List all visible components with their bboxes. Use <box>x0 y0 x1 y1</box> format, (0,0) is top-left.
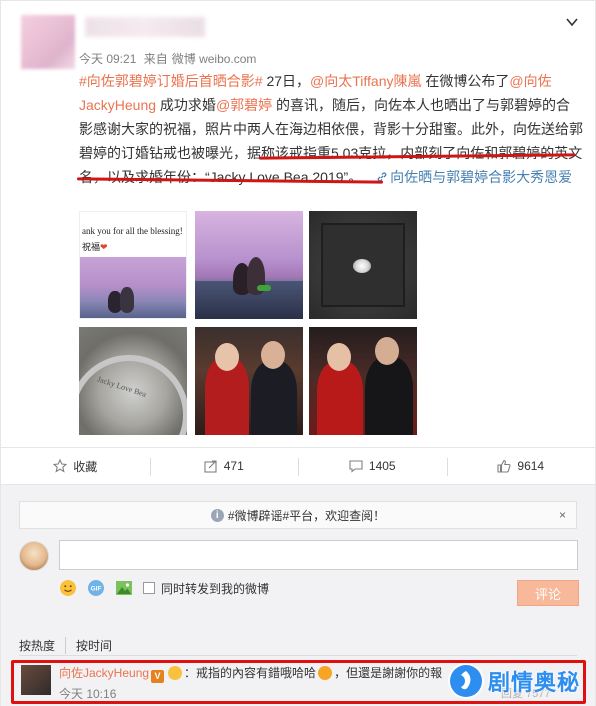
like-button[interactable]: 9614 <box>446 448 596 484</box>
photo-2[interactable] <box>195 211 303 319</box>
divider <box>19 655 577 656</box>
comment-count: 1405 <box>368 459 396 473</box>
star-icon <box>53 459 68 473</box>
chevron-down-icon[interactable] <box>565 15 579 29</box>
info-icon: i <box>210 508 224 522</box>
forward-count: 471 <box>223 459 244 473</box>
photo-5[interactable] <box>195 327 303 435</box>
post-meta: 今天 09:21 来自 微博 weibo.com <box>79 50 260 67</box>
photo-caption: ank you for all the blessing! <box>82 226 183 236</box>
image-icon[interactable] <box>115 579 133 597</box>
forward-button[interactable]: 471 <box>149 448 299 484</box>
sort-by-hot-tab[interactable]: 按热度 <box>19 637 55 654</box>
comment-tools: GIF 同时转发到我的微博 <box>59 579 269 597</box>
sort-by-time-tab[interactable]: 按时间 <box>65 637 112 654</box>
comment-input[interactable] <box>59 540 578 570</box>
author-name[interactable] <box>85 17 205 37</box>
post-text: #向佐郭碧婷订婚后首晒合影# 27日，@向太Tiffany陳嵐 在微博公布了@向… <box>79 69 584 189</box>
photo-3[interactable] <box>309 211 417 319</box>
forward-icon <box>204 460 217 473</box>
watermark-text: 剧情奥秘 <box>488 670 581 695</box>
svg-text:GIF: GIF <box>91 586 102 593</box>
sea-photo <box>80 257 186 318</box>
favorite-label: 收藏 <box>73 459 98 474</box>
photo-caption-text: 祝福 <box>82 242 101 252</box>
notice-text[interactable]: #微博辟谣#平台，欢迎查阅！ <box>228 507 385 524</box>
weibo-post-card: 今天 09:21 来自 微博 weibo.com #向佐郭碧婷订婚后首晒合影# 2… <box>0 0 596 706</box>
submit-comment-button[interactable]: 评论 <box>517 580 579 606</box>
rumor-notice-banner[interactable]: i #微博辟谣#平台，欢迎查阅！ × <box>19 501 577 529</box>
author-avatar[interactable] <box>21 15 75 69</box>
comment-sort: 按热度 按时间 <box>19 637 112 654</box>
text-seg: 在微博公布了 <box>421 73 510 89</box>
mention-link[interactable]: @向太Tiffany陳嵐 <box>310 73 421 89</box>
photo-caption-2: 祝福❤ <box>82 242 108 252</box>
post-time[interactable]: 今天 09:21 <box>79 52 136 66</box>
photo-1[interactable]: ank you for all the blessing! 祝福❤ <box>79 211 187 319</box>
text-seg: 27日， <box>262 73 311 89</box>
comment-icon <box>349 460 363 473</box>
photo-4[interactable]: Jacky Love Bea <box>79 327 187 435</box>
my-avatar[interactable] <box>19 541 49 571</box>
post-source[interactable]: 微博 weibo.com <box>172 52 257 66</box>
close-icon[interactable]: × <box>559 508 566 522</box>
favorite-button[interactable]: 收藏 <box>1 448 150 484</box>
mention-link[interactable]: @郭碧婷 <box>216 97 272 113</box>
text-seg: 成功求婚 <box>156 97 216 113</box>
action-bar: 收藏 471 1405 9614 <box>1 447 595 485</box>
watermark-logo-icon <box>450 665 482 697</box>
like-count: 9614 <box>517 459 545 473</box>
watermark: 剧情奥秘 <box>450 659 596 703</box>
source-prefix: 来自 <box>143 52 168 66</box>
comment-button[interactable]: 1405 <box>298 448 447 484</box>
article-link[interactable]: 向佐晒与郭碧婷合影大秀恩爱 <box>366 169 572 185</box>
also-forward-label[interactable]: 同时转发到我的微博 <box>161 580 269 597</box>
hashtag-link[interactable]: #向佐郭碧婷订婚后首晒合影# <box>79 73 263 89</box>
photo-6[interactable] <box>309 327 417 435</box>
emoji-icon[interactable] <box>59 579 77 597</box>
thumbs-up-icon <box>497 459 511 473</box>
gif-icon[interactable]: GIF <box>87 579 105 597</box>
also-forward-checkbox[interactable] <box>143 582 155 594</box>
article-link-text[interactable]: 向佐晒与郭碧婷合影大秀恩爱 <box>390 169 572 185</box>
